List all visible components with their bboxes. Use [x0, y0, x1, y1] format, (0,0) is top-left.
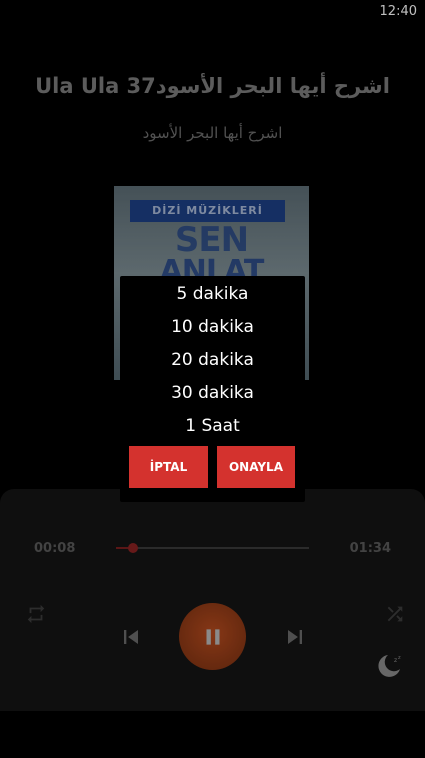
cancel-button[interactable]: İPTAL [129, 446, 208, 488]
timer-option-20-min[interactable]: 20 dakika [120, 350, 305, 370]
timer-option-1-hour[interactable]: 1 Saat [120, 416, 305, 436]
timer-option-10-min[interactable]: 10 dakika [120, 317, 305, 337]
sleep-timer-dialog: 5 dakika 10 dakika 20 dakika 30 dakika 1… [120, 276, 305, 502]
timer-option-5-min[interactable]: 5 dakika [120, 284, 305, 304]
confirm-button[interactable]: ONAYLA [217, 446, 295, 488]
timer-option-30-min[interactable]: 30 dakika [120, 383, 305, 403]
